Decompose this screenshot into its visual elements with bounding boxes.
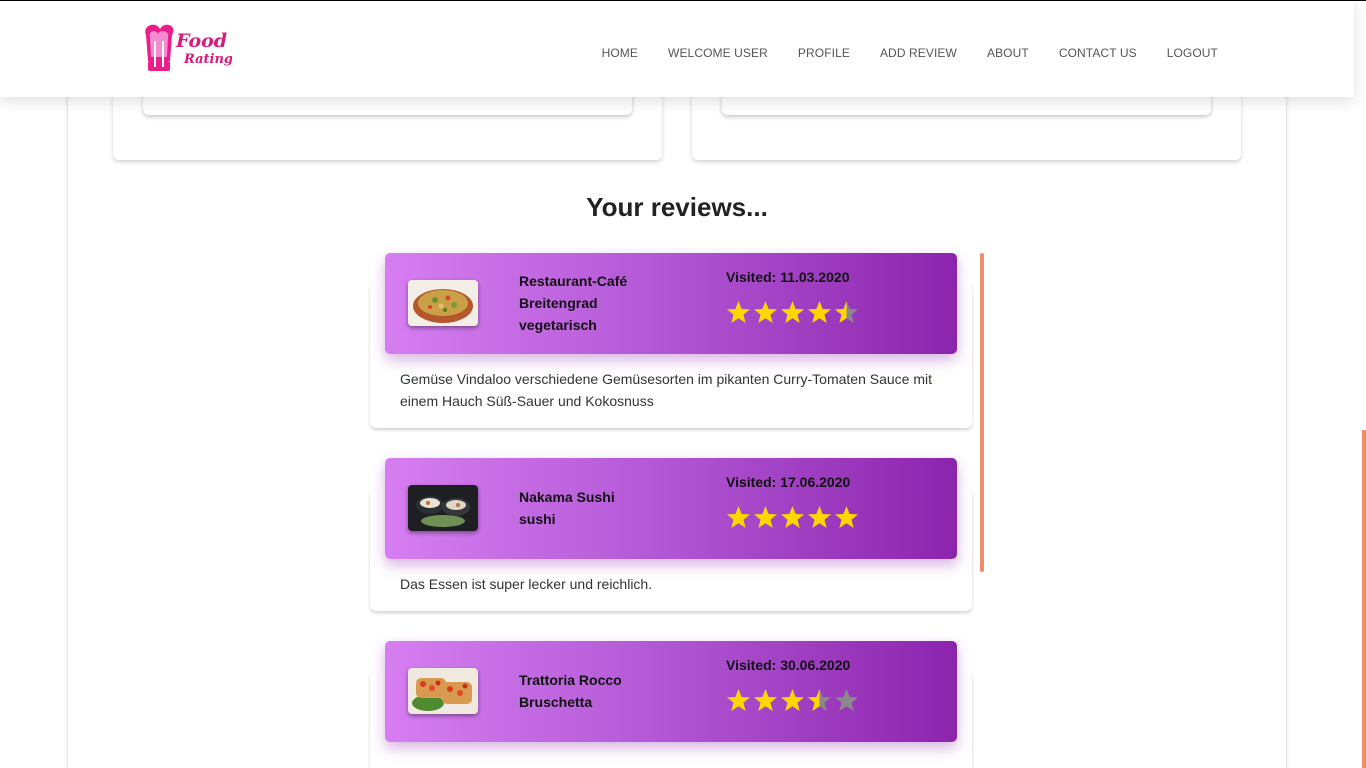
star-filled-icon [779, 299, 806, 326]
svg-text:Food: Food [175, 30, 227, 52]
review-card: Restaurant-Café Breitengrad vegetarisch … [370, 253, 972, 428]
restaurant-name: Restaurant-Café Breitengrad vegetarisch [519, 270, 627, 336]
star-filled-icon [833, 504, 860, 531]
star-filled-icon [725, 504, 752, 531]
visited-date: Visited: 11.03.2020 [726, 269, 850, 285]
restaurant-name-line: Restaurant-Café [519, 273, 628, 289]
top-navbar: Food Rating HOME WELCOME USER PROFILE ADD R… [0, 1, 1354, 97]
dish-name: sushi [519, 511, 556, 527]
window-top-border [0, 0, 1366, 1]
review-header: Restaurant-Café Breitengrad vegetarisch … [385, 253, 957, 354]
nav-link-add-review[interactable]: ADD REVIEW [880, 46, 957, 60]
restaurant-name: Trattoria Rocco Bruschetta [519, 669, 622, 713]
star-empty-icon [833, 687, 860, 714]
review-text: Das Essen ist super lecker und reichlich… [400, 576, 653, 592]
review-card: Trattoria Rocco Bruschetta Visited: 30.0… [370, 641, 972, 768]
star-filled-icon [779, 504, 806, 531]
star-filled-icon [752, 299, 779, 326]
star-rating [725, 687, 860, 714]
star-filled-icon [806, 504, 833, 531]
timeline-line [980, 253, 984, 572]
nav-link-contact-us[interactable]: CONTACT US [1059, 46, 1137, 60]
review-card: Nakama Sushi sushi Visited: 17.06.2020 D… [370, 458, 972, 611]
star-filled-icon [806, 299, 833, 326]
star-filled-icon [725, 687, 752, 714]
star-half-icon [806, 687, 833, 714]
restaurant-name-line: Trattoria Rocco [519, 672, 622, 688]
star-filled-icon [779, 687, 806, 714]
sushi-photo [408, 485, 478, 531]
nav-link-welcome-user[interactable]: WELCOME USER [668, 46, 768, 60]
visited-date: Visited: 17.06.2020 [726, 474, 851, 490]
page-scrollbar-thumb[interactable] [1362, 430, 1366, 768]
nav-link-profile[interactable]: PROFILE [798, 46, 850, 60]
restaurant-name-line: Nakama Sushi [519, 489, 615, 505]
nav-link-about[interactable]: ABOUT [987, 46, 1029, 60]
visited-date: Visited: 30.06.2020 [726, 657, 851, 673]
review-header: Trattoria Rocco Bruschetta Visited: 30.0… [385, 641, 957, 742]
bruschetta-photo [408, 668, 478, 714]
svg-text:Rating: Rating [183, 52, 232, 67]
star-filled-icon [752, 504, 779, 531]
star-filled-icon [725, 299, 752, 326]
star-rating [725, 504, 860, 531]
nav-links: HOME WELCOME USER PROFILE ADD REVIEW ABOUT CO… [602, 46, 1218, 60]
curry-dish-photo [408, 280, 478, 326]
nav-link-logout[interactable]: LOGOUT [1167, 46, 1218, 60]
star-rating [725, 299, 860, 326]
star-filled-icon [752, 687, 779, 714]
review-header: Nakama Sushi sushi Visited: 17.06.2020 [385, 458, 957, 559]
food-rating-logo[interactable]: Food Rating [140, 21, 233, 77]
dish-name: Bruschetta [519, 694, 593, 710]
dish-name: vegetarisch [519, 317, 597, 333]
section-title: Your reviews... [586, 192, 768, 222]
restaurant-name: Nakama Sushi sushi [519, 486, 615, 530]
review-text: Gemüse Vindaloo verschiedene Gemüsesorte… [400, 371, 932, 409]
star-half-icon [833, 299, 860, 326]
restaurant-name-line: Breitengrad [519, 295, 598, 311]
nav-link-home[interactable]: HOME [602, 46, 638, 60]
